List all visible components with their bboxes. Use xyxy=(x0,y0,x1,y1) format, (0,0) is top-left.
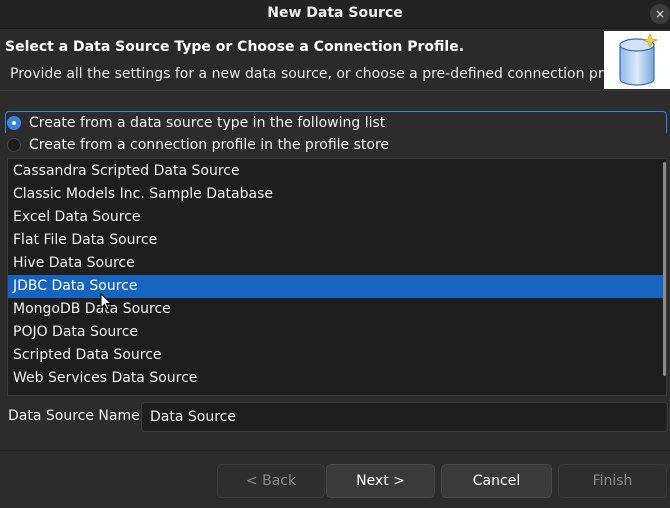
list-item-classic-models[interactable]: Classic Models Inc. Sample Database xyxy=(8,183,664,206)
option-label: Create from a data source type in the fo… xyxy=(29,115,386,131)
list-item-cassandra[interactable]: Cassandra Scripted Data Source xyxy=(8,160,664,183)
option-create-from-type[interactable]: Create from a data source type in the fo… xyxy=(7,113,385,133)
banner-description: Provide all the settings for a new data … xyxy=(10,66,638,82)
banner-title: Select a Data Source Type or Choose a Co… xyxy=(5,39,465,55)
list-item-web-services[interactable]: Web Services Data Source xyxy=(8,367,664,390)
data-source-name-input[interactable] xyxy=(141,402,668,432)
list-item-pojo[interactable]: POJO Data Source xyxy=(8,321,664,344)
list-item-flat-file[interactable]: Flat File Data Source xyxy=(8,229,664,252)
cancel-button[interactable]: Cancel xyxy=(441,464,552,498)
finish-button[interactable]: Finish xyxy=(558,464,667,498)
data-source-name-label: Data Source Name: xyxy=(8,408,145,424)
button-bar-separator xyxy=(0,450,670,451)
list-scrollbar[interactable] xyxy=(663,162,666,376)
list-item-hive[interactable]: Hive Data Source xyxy=(8,252,664,275)
wizard-banner: Select a Data Source Type or Choose a Co… xyxy=(0,29,670,91)
radio-button[interactable] xyxy=(7,116,21,130)
title-bar: New Data Source × xyxy=(0,0,670,29)
list-item-scripted[interactable]: Scripted Data Source xyxy=(8,344,664,367)
back-button[interactable]: < Back xyxy=(217,464,325,498)
list-item-excel[interactable]: Excel Data Source xyxy=(8,206,664,229)
next-button[interactable]: Next > xyxy=(326,464,435,498)
close-icon[interactable]: × xyxy=(650,4,670,24)
option-label: Create from a connection profile in the … xyxy=(29,137,390,153)
window-title: New Data Source xyxy=(267,5,403,21)
radio-button[interactable] xyxy=(7,138,21,152)
list-item-mongodb[interactable]: MongoDB Data Source xyxy=(8,298,664,321)
database-wizard-icon xyxy=(604,31,670,89)
data-source-type-list[interactable]: Cassandra Scripted Data Source Classic M… xyxy=(7,158,667,396)
option-create-from-profile[interactable]: Create from a connection profile in the … xyxy=(7,135,389,155)
list-item-jdbc[interactable]: JDBC Data Source xyxy=(8,275,664,298)
